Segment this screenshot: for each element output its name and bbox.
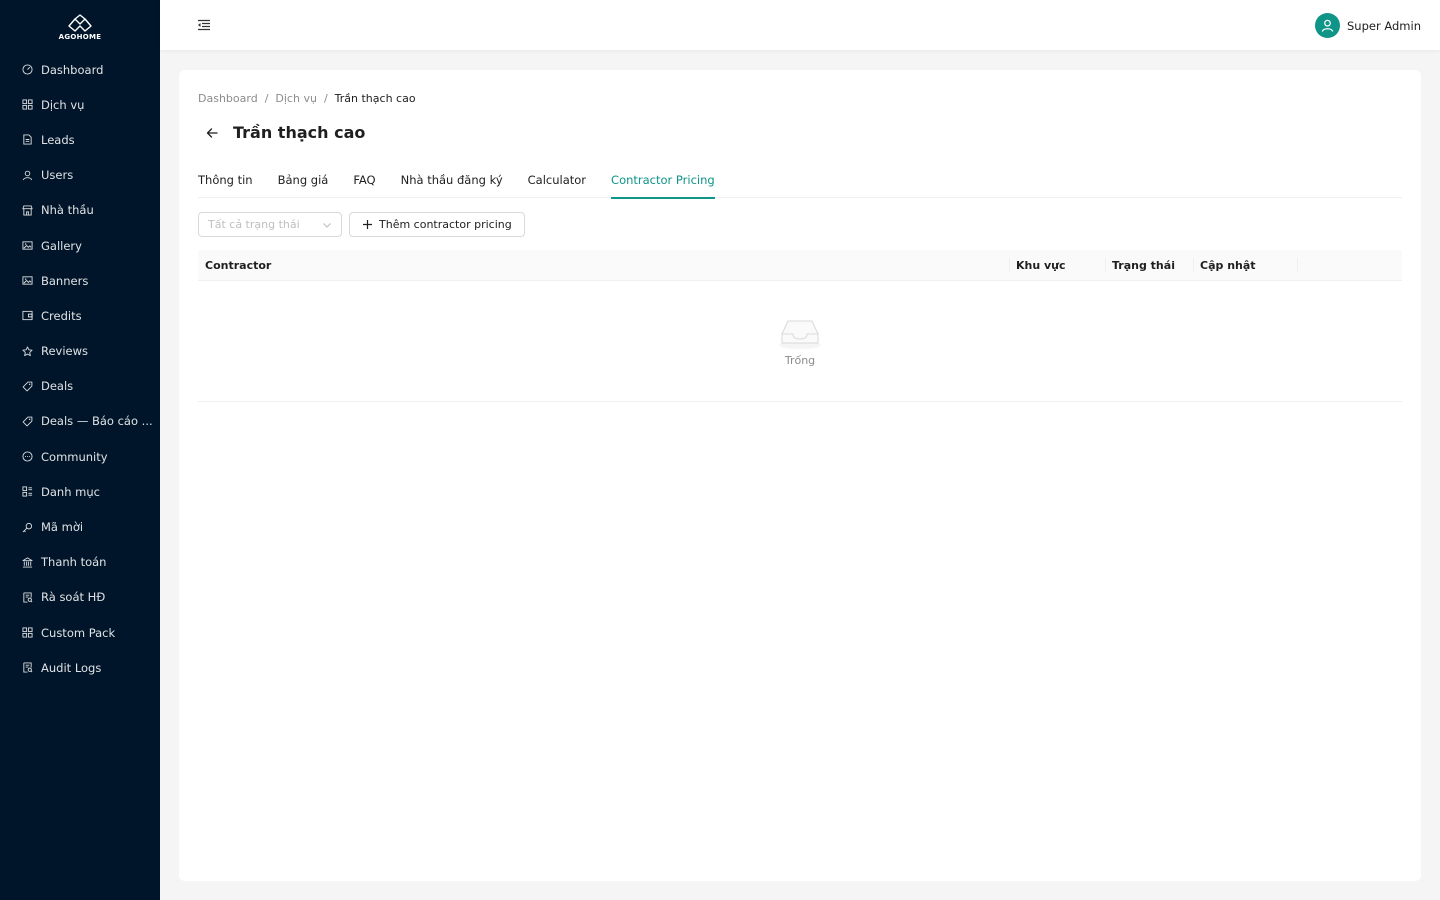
sidebar-item-ra-soat-hd[interactable]: Rà soát HĐ — [0, 580, 160, 615]
column-header-status: Trạng thái — [1105, 250, 1193, 280]
sidebar-item-label: Nhà thầu — [41, 203, 94, 218]
category-icon — [22, 486, 33, 497]
add-contractor-pricing-button[interactable]: Thêm contractor pricing — [349, 212, 525, 237]
sidebar-item-deals[interactable]: Deals — [0, 369, 160, 404]
empty-inbox-icon — [779, 320, 821, 349]
sidebar-item-ma-moi[interactable]: Mã mời — [0, 509, 160, 544]
sidebar-item-label: Rà soát HĐ — [41, 590, 106, 605]
sidebar-item-label: Credits — [41, 308, 82, 323]
sidebar-item-label: Reviews — [41, 344, 89, 359]
user-icon — [22, 170, 33, 180]
sidebar-item-dich-vu[interactable]: Dịch vụ — [0, 87, 160, 122]
sidebar-item-audit-logs[interactable]: Audit Logs — [0, 650, 160, 685]
tab-contractor-pricing[interactable]: Contractor Pricing — [611, 167, 715, 199]
sidebar-item-label: Deals — Báo cáo ... — [41, 414, 153, 429]
tab-nha-thau-dang-ky[interactable]: Nhà thầu đăng ký — [401, 167, 503, 198]
sidebar-item-dashboard[interactable]: Dashboard — [0, 52, 160, 87]
table-header: Contractor Khu vực Trạng thái Cập nhật — [198, 250, 1402, 281]
sidebar-item-label: Dashboard — [41, 62, 104, 77]
sidebar-item-community[interactable]: Community — [0, 439, 160, 474]
audit-icon — [23, 592, 33, 603]
sidebar-item-label: Dịch vụ — [41, 97, 85, 112]
contractor-pricing-table: Contractor Khu vực Trạng thái Cập nhật T… — [198, 250, 1402, 402]
sidebar-menu: Dashboard Dịch vụ Leads Users Nhà thầu Galler… — [0, 52, 160, 685]
star-icon — [22, 346, 33, 356]
plus-icon — [363, 220, 372, 229]
chevron-down-icon — [323, 222, 331, 228]
tag-icon — [22, 381, 33, 392]
column-header-updated: Cập nhật — [1193, 250, 1297, 280]
add-contractor-pricing-label: Thêm contractor pricing — [379, 218, 512, 231]
logo-text: AGOHOME — [58, 32, 102, 41]
sidebar-item-label: Thanh toán — [41, 555, 107, 570]
avatar — [1315, 13, 1340, 38]
status-filter-select[interactable]: Tất cả trạng thái — [198, 212, 342, 237]
sidebar-item-deals-bao-cao[interactable]: Deals — Báo cáo ... — [0, 404, 160, 439]
column-header-region: Khu vực — [1009, 250, 1105, 280]
key-icon — [22, 522, 33, 532]
sidebar-item-label: Leads — [41, 132, 75, 147]
user-avatar-icon — [1321, 19, 1334, 32]
column-header-contractor: Contractor — [205, 258, 272, 272]
breadcrumb-services[interactable]: Dịch vụ — [275, 92, 317, 105]
tab-calculator[interactable]: Calculator — [528, 167, 586, 198]
tab-bar: Thông tin Bảng giá FAQ Nhà thầu đăng ký Calc… — [198, 167, 1402, 199]
page-title: Trần thạch cao — [233, 123, 366, 142]
sidebar-item-label: Gallery — [41, 238, 82, 253]
sidebar-item-banners[interactable]: Banners — [0, 263, 160, 298]
sidebar-item-leads[interactable]: Leads — [0, 122, 160, 157]
sidebar-item-custom-pack[interactable]: Custom Pack — [0, 615, 160, 650]
logo-icon — [68, 13, 92, 32]
sidebar-item-label: Danh mục — [41, 484, 100, 499]
toolbar: Tất cả trạng thái Thêm contractor pricin… — [198, 212, 525, 237]
sidebar-item-danh-muc[interactable]: Danh mục — [0, 474, 160, 509]
audit-icon — [23, 662, 33, 673]
wallet-icon — [22, 311, 33, 321]
sidebar-item-label: Users — [41, 168, 74, 183]
sidebar-item-label: Deals — [41, 379, 74, 394]
shop-icon — [22, 205, 33, 216]
sidebar-item-label: Mã mời — [41, 520, 84, 535]
column-header-actions — [1297, 250, 1402, 280]
breadcrumb-dashboard[interactable]: Dashboard — [198, 92, 258, 105]
message-icon — [22, 451, 33, 462]
user-menu[interactable]: Super Admin — [1315, 13, 1421, 38]
empty-state: Trống — [198, 281, 1402, 402]
logo[interactable]: AGOHOME — [0, 0, 160, 50]
sidebar-item-users[interactable]: Users — [0, 158, 160, 193]
breadcrumb-separator: / — [323, 92, 328, 105]
breadcrumb: Dashboard / Dịch vụ / Trần thạch cao — [198, 92, 416, 105]
sidebar: AGOHOME Dashboard Dịch vụ Leads Users Nhà th… — [0, 0, 160, 900]
tab-thong-tin[interactable]: Thông tin — [198, 167, 253, 198]
sidebar-item-label: Banners — [41, 273, 89, 288]
sidebar-item-nha-thau[interactable]: Nhà thầu — [0, 193, 160, 228]
sidebar-item-reviews[interactable]: Reviews — [0, 334, 160, 369]
tab-bang-gia[interactable]: Bảng giá — [278, 167, 329, 198]
user-name: Super Admin — [1347, 18, 1421, 33]
dashboard-icon — [22, 64, 33, 75]
sidebar-item-credits[interactable]: Credits — [0, 298, 160, 333]
sidebar-item-label: Custom Pack — [41, 625, 116, 640]
breadcrumb-current: Trần thạch cao — [334, 92, 416, 105]
arrow-left-icon[interactable] — [205, 126, 219, 140]
file-icon — [23, 134, 32, 146]
tag-icon — [22, 416, 33, 427]
top-header: Super Admin — [160, 0, 1440, 50]
appstore-icon — [22, 627, 33, 638]
sidebar-item-gallery[interactable]: Gallery — [0, 228, 160, 263]
picture-icon — [22, 276, 33, 285]
appstore-icon — [22, 99, 33, 110]
tab-faq[interactable]: FAQ — [353, 167, 375, 198]
sidebar-item-label: Community — [41, 449, 108, 464]
empty-state-text: Trống — [784, 353, 816, 367]
menu-fold-icon[interactable] — [196, 17, 212, 33]
sidebar-item-thanh-toan[interactable]: Thanh toán — [0, 545, 160, 580]
breadcrumb-separator: / — [264, 92, 269, 105]
page-header: Trần thạch cao — [205, 123, 365, 142]
content-card: Dashboard / Dịch vụ / Trần thạch cao Trầ… — [179, 70, 1421, 881]
picture-icon — [22, 241, 33, 250]
bank-icon — [22, 557, 33, 568]
status-filter-placeholder: Tất cả trạng thái — [208, 218, 300, 231]
sidebar-item-label: Audit Logs — [41, 660, 102, 675]
